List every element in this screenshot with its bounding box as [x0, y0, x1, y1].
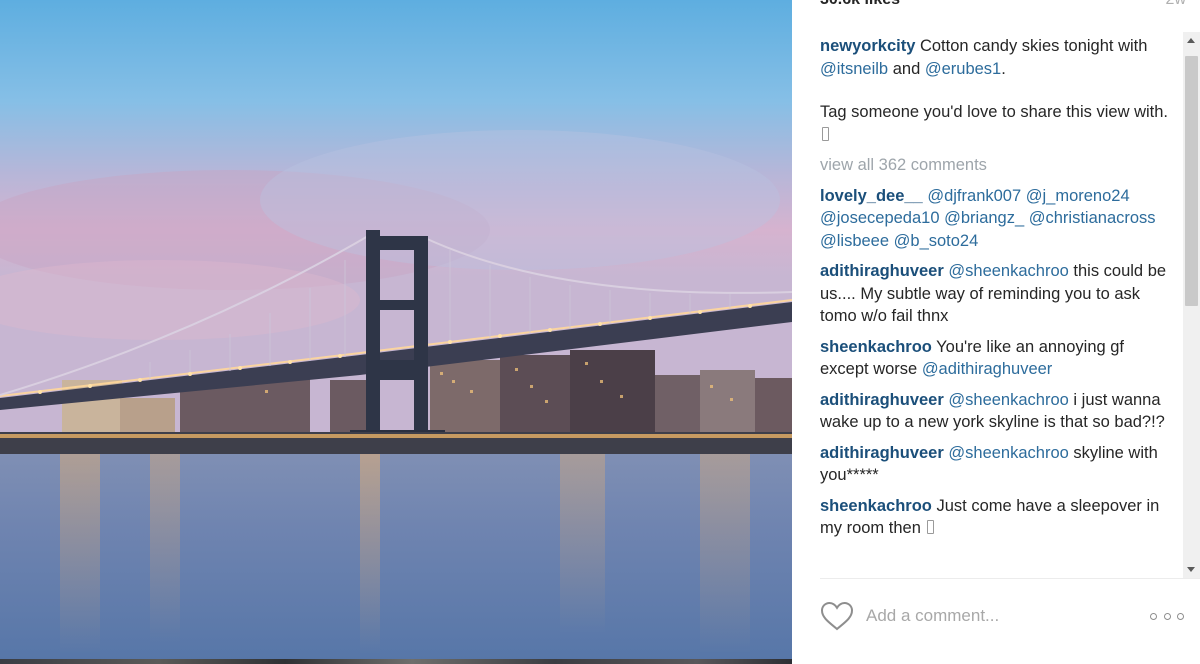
like-count[interactable]: 30.6k likes — [820, 0, 900, 11]
comment-mention[interactable]: @sheenkachroo — [948, 391, 1068, 409]
comment-mention[interactable]: @b_soto24 — [894, 232, 979, 250]
comment-username[interactable]: sheenkachroo — [820, 497, 932, 515]
post-details-panel: 30.6k likes 2w newyorkcity Cotton candy … — [792, 0, 1200, 664]
more-dot — [1150, 612, 1157, 620]
comments-scrollbar[interactable] — [1183, 32, 1200, 578]
caption-mention[interactable]: @itsneilb — [820, 60, 888, 78]
heart-icon[interactable] — [820, 601, 854, 631]
caption-mention[interactable]: @erubes1 — [925, 60, 1001, 78]
bridge-photo-image — [0, 0, 792, 664]
comment-mention[interactable]: @adithiraghuveer — [922, 360, 1053, 378]
more-options-icon[interactable] — [1150, 606, 1184, 626]
comment-username[interactable]: sheenkachroo — [820, 338, 932, 356]
post-photo[interactable] — [0, 0, 792, 664]
comment-bar — [820, 598, 1184, 634]
comment-item: adithiraghuveer @sheenkachroo this could… — [820, 260, 1170, 328]
emoji-placeholder-glyph — [822, 126, 829, 141]
comment-mention[interactable]: @christianacross — [1029, 209, 1156, 227]
comment-item: sheenkachroo You're like an annoying gf … — [820, 336, 1170, 381]
caption-text: Tag someone you'd love to share this vie… — [820, 103, 1168, 121]
comment-username[interactable]: lovely_dee__ — [820, 187, 923, 205]
scroll-up-arrow-icon[interactable] — [1187, 38, 1195, 43]
post-age[interactable]: 2w — [1166, 0, 1186, 11]
comment-mention[interactable]: @josecepeda10 — [820, 209, 940, 227]
likes-row: 30.6k likes 2w — [820, 0, 1186, 11]
comment-mention[interactable]: @sheenkachroo — [948, 444, 1068, 462]
comment-username[interactable]: adithiraghuveer — [820, 262, 944, 280]
comment-username[interactable]: adithiraghuveer — [820, 391, 944, 409]
more-dot — [1177, 612, 1184, 620]
caption-text: and — [892, 59, 921, 78]
photo-strip — [0, 659, 792, 664]
comment-item: adithiraghuveer @sheenkachroo i just wan… — [820, 389, 1170, 434]
caption-username[interactable]: newyorkcity — [820, 37, 915, 55]
comment-username[interactable]: adithiraghuveer — [820, 444, 944, 462]
view-all-comments-link[interactable]: view all 362 comments — [820, 154, 1170, 177]
caption-text: . — [1001, 59, 1006, 78]
comment-item: sheenkachroo Just come have a sleepover … — [820, 495, 1170, 540]
comment-mention[interactable]: @sheenkachroo — [948, 262, 1068, 280]
more-dot — [1163, 612, 1171, 620]
comment-mention[interactable]: @j_moreno24 — [1026, 187, 1130, 205]
comment-mention[interactable]: @lisbeee — [820, 232, 889, 250]
comment-item: adithiraghuveer @sheenkachroo skyline wi… — [820, 442, 1170, 487]
comments-list[interactable]: newyorkcity Cotton candy skies tonight w… — [820, 35, 1170, 575]
add-comment-input[interactable] — [866, 606, 1150, 626]
scrollbar-thumb[interactable] — [1185, 56, 1198, 306]
post-caption: newyorkcity Cotton candy skies tonight w… — [820, 35, 1170, 146]
comment-item: lovely_dee__ @djfrank007 @j_moreno24 @jo… — [820, 185, 1170, 253]
divider — [820, 578, 1200, 579]
scroll-down-arrow-icon[interactable] — [1187, 567, 1195, 572]
comment-mention[interactable]: @djfrank007 — [927, 187, 1021, 205]
emoji-placeholder-glyph — [927, 520, 935, 534]
caption-text: Cotton candy skies tonight with — [919, 37, 1148, 55]
comment-mention[interactable]: @briangz_ — [944, 209, 1024, 227]
